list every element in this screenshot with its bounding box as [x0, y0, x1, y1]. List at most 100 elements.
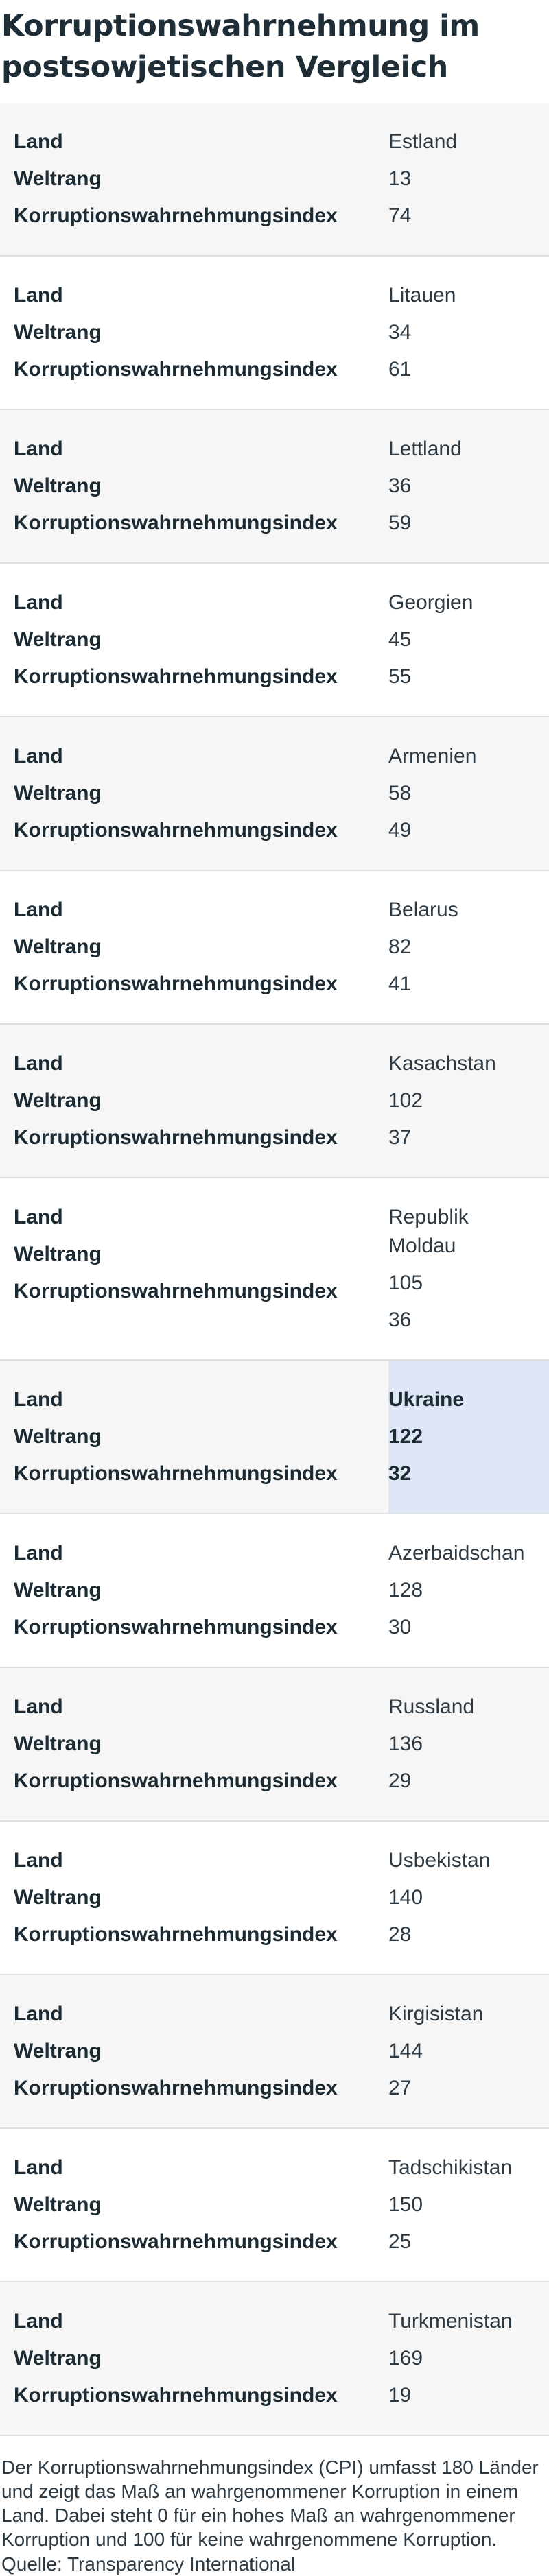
value-weltrang: 58 — [388, 782, 412, 804]
table-row: Land Weltrang Korruptionswahrnehmungsindex… — [0, 2129, 549, 2282]
table-row: Land Weltrang Korruptionswahrnehmungsindex… — [0, 2282, 549, 2436]
label-weltrang: Weltrang — [14, 782, 102, 804]
value-land: Kirgisistan — [388, 2003, 484, 2025]
row-values: Turkmenistan 169 19 — [388, 2282, 549, 2435]
label-land: Land — [14, 2156, 63, 2179]
value-index: 32 — [388, 1462, 412, 1485]
label-index: Korruptionswahrnehmungsindex — [14, 665, 338, 688]
value-index: 30 — [388, 1616, 412, 1638]
value-land: Turkmenistan — [388, 2310, 513, 2333]
label-index: Korruptionswahrnehmungsindex — [14, 1126, 338, 1149]
label-index: Korruptionswahrnehmungsindex — [14, 819, 338, 842]
row-values: Usbekistan 140 28 — [388, 1822, 549, 1974]
label-weltrang: Weltrang — [14, 475, 102, 497]
label-land: Land — [14, 1695, 63, 1718]
value-index: 29 — [388, 1769, 412, 1792]
label-land: Land — [14, 1052, 63, 1075]
row-labels: Land Weltrang Korruptionswahrnehmungsindex — [0, 1668, 388, 1820]
value-weltrang: 13 — [388, 167, 412, 190]
row-values: Georgien 45 55 — [388, 564, 549, 716]
label-index: Korruptionswahrnehmungsindex — [14, 204, 338, 227]
table-row: Land Weltrang Korruptionswahrnehmungsindex… — [0, 564, 549, 717]
label-weltrang: Weltrang — [14, 2347, 102, 2370]
row-labels: Land Weltrang Korruptionswahrnehmungsindex — [0, 1025, 388, 1177]
data-table: Land Weltrang Korruptionswahrnehmungsindex… — [0, 103, 549, 2436]
row-labels: Land Weltrang Korruptionswahrnehmungsindex — [0, 2129, 388, 2281]
table-row: Land Weltrang Korruptionswahrnehmungsindex… — [0, 1178, 549, 1361]
label-land: Land — [14, 1388, 63, 1411]
value-land: Estland — [388, 130, 458, 153]
value-weltrang: 105 — [388, 1272, 423, 1294]
row-values: Armenien 58 49 — [388, 717, 549, 870]
value-land: Lettland — [388, 438, 462, 460]
value-land: Litauen — [388, 284, 456, 307]
label-land: Land — [14, 591, 63, 614]
table-row: Land Weltrang Korruptionswahrnehmungsindex… — [0, 1822, 549, 1975]
value-weltrang: 136 — [388, 1732, 423, 1755]
label-land: Land — [14, 1542, 63, 1564]
value-weltrang: 102 — [388, 1089, 423, 1112]
label-land: Land — [14, 898, 63, 921]
table-row: Land Weltrang Korruptionswahrnehmungsindex… — [0, 410, 549, 564]
value-land: Tadschikistan — [388, 2156, 513, 2179]
row-values: Kirgisistan 144 27 — [388, 1975, 549, 2127]
value-land: Belarus — [388, 898, 458, 921]
label-index: Korruptionswahrnehmungsindex — [14, 2384, 338, 2407]
value-index: 28 — [388, 1923, 412, 1946]
table-row: Land Weltrang Korruptionswahrnehmungsindex… — [0, 1025, 549, 1178]
row-values: Lettland 36 59 — [388, 410, 549, 562]
label-weltrang: Weltrang — [14, 1089, 102, 1112]
row-labels: Land Weltrang Korruptionswahrnehmungsindex — [0, 1822, 388, 1974]
label-land: Land — [14, 130, 63, 153]
value-weltrang: 82 — [388, 935, 412, 958]
table-row: Land Weltrang Korruptionswahrnehmungsindex… — [0, 1514, 549, 1668]
row-labels: Land Weltrang Korruptionswahrnehmungsindex — [0, 103, 388, 255]
value-weltrang: 144 — [388, 2040, 423, 2062]
row-values: Ukraine 122 32 — [388, 1361, 549, 1513]
row-values: Republik Moldau 105 36 — [388, 1178, 549, 1359]
label-index: Korruptionswahrnehmungsindex — [14, 2077, 338, 2099]
label-weltrang: Weltrang — [14, 1732, 102, 1755]
row-values: Estland 13 74 — [388, 103, 549, 255]
row-labels: Land Weltrang Korruptionswahrnehmungsindex — [0, 1178, 388, 1359]
label-land: Land — [14, 438, 63, 460]
value-land: Kasachstan — [388, 1052, 496, 1075]
table-row: Land Weltrang Korruptionswahrnehmungsindex… — [0, 1361, 549, 1514]
value-land: Republik Moldau — [388, 1206, 469, 1257]
label-weltrang: Weltrang — [14, 1579, 102, 1601]
value-index: 49 — [388, 819, 412, 842]
value-weltrang: 36 — [388, 475, 412, 497]
value-land: Georgien — [388, 591, 474, 614]
table-row: Land Weltrang Korruptionswahrnehmungsindex… — [0, 103, 549, 257]
value-index: 61 — [388, 358, 412, 381]
table-row: Land Weltrang Korruptionswahrnehmungsindex… — [0, 257, 549, 410]
label-weltrang: Weltrang — [14, 1886, 102, 1909]
label-index: Korruptionswahrnehmungsindex — [14, 1923, 338, 1946]
row-labels: Land Weltrang Korruptionswahrnehmungsindex — [0, 1514, 388, 1667]
label-index: Korruptionswahrnehmungsindex — [14, 512, 338, 534]
row-labels: Land Weltrang Korruptionswahrnehmungsindex — [0, 1975, 388, 2127]
label-land: Land — [14, 2003, 63, 2025]
label-index: Korruptionswahrnehmungsindex — [14, 2230, 338, 2253]
value-weltrang: 150 — [388, 2193, 423, 2216]
label-index: Korruptionswahrnehmungsindex — [14, 1462, 338, 1485]
label-index: Korruptionswahrnehmungsindex — [14, 973, 338, 995]
label-index: Korruptionswahrnehmungsindex — [14, 1280, 338, 1302]
value-index: 55 — [388, 665, 412, 688]
row-labels: Land Weltrang Korruptionswahrnehmungsindex — [0, 564, 388, 716]
label-land: Land — [14, 1849, 63, 1872]
table-row: Land Weltrang Korruptionswahrnehmungsindex… — [0, 1975, 549, 2129]
row-values: Azerbaidschan 128 30 — [388, 1514, 549, 1667]
label-weltrang: Weltrang — [14, 321, 102, 344]
value-land: Usbekistan — [388, 1849, 491, 1872]
value-index: 27 — [388, 2077, 412, 2099]
value-land: Russland — [388, 1695, 475, 1718]
label-weltrang: Weltrang — [14, 1243, 102, 1265]
value-index: 74 — [388, 204, 412, 227]
table-row: Land Weltrang Korruptionswahrnehmungsindex… — [0, 1668, 549, 1822]
value-index: 59 — [388, 512, 412, 534]
value-weltrang: 169 — [388, 2347, 423, 2370]
row-values: Russland 136 29 — [388, 1668, 549, 1820]
label-weltrang: Weltrang — [14, 628, 102, 651]
row-values: Kasachstan 102 37 — [388, 1025, 549, 1177]
